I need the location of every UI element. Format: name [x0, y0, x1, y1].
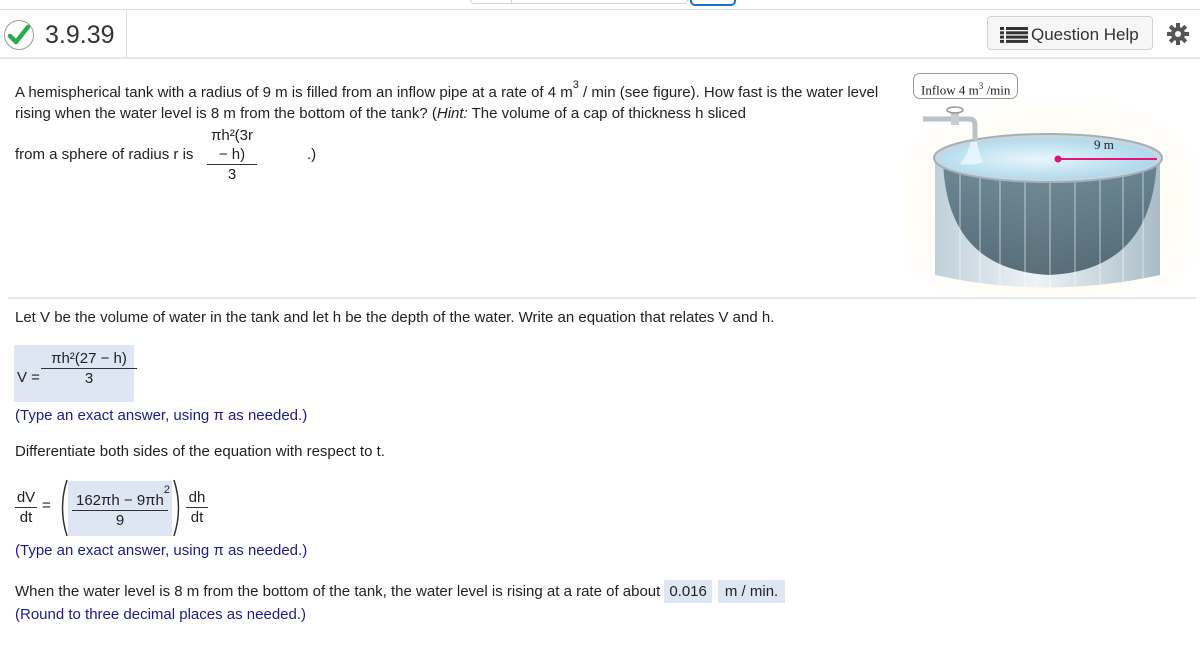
list-icon — [1000, 27, 1028, 43]
step1-prompt: Let V be the volume of water in the tank… — [15, 309, 775, 326]
derivative-answer-box[interactable]: 162πh − 9πh2 9 — [68, 481, 172, 536]
question-number: 3.9.39 — [45, 21, 115, 49]
step1-note: (Type an exact answer, using π as needed… — [15, 407, 308, 424]
radius-label: 9 m — [1094, 137, 1114, 152]
hemispherical-tank-illustration — [905, 100, 1195, 295]
equals-sign: = — [42, 497, 51, 514]
dv-dt: dV dt — [15, 489, 37, 526]
tank-figure: Inflow 4 m3 /min 9 m — [905, 70, 1195, 295]
step3-prompt: When the water level is 8 m from the bot… — [15, 580, 786, 603]
section-divider — [8, 297, 1196, 299]
step2-prompt: Differentiate both sides of the equation… — [15, 443, 385, 460]
rate-answer-box[interactable]: 0.016 — [664, 580, 712, 603]
volume-answer-box[interactable]: V = πh²(27 − h) 3 — [14, 345, 137, 402]
volume-lhs: V = — [17, 369, 40, 386]
hint-label: Hint: — [436, 105, 468, 122]
question-header: 3.9.39 Question Help — [0, 9, 1200, 59]
top-tab-active[interactable] — [690, 0, 736, 6]
cap-volume-formula: πh²(3r − h) 3 — [207, 126, 258, 185]
inflow-label: Inflow 4 m3 /min — [913, 73, 1019, 99]
top-tab-group[interactable] — [470, 0, 688, 4]
problem-statement: A hemispherical tank with a radius of 9 … — [15, 79, 879, 122]
step3-note: (Round to three decimal places as needed… — [15, 606, 307, 623]
header-divider — [126, 12, 127, 58]
volume-answer-fraction: πh²(27 − h) 3 — [41, 349, 137, 389]
tab-divider — [511, 0, 512, 4]
rate-unit-box[interactable]: m / min. — [717, 580, 786, 603]
step2-note: (Type an exact answer, using π as needed… — [15, 542, 308, 559]
gear-icon[interactable] — [1166, 22, 1190, 46]
derivative-answer-fraction: 162πh − 9πh2 9 — [72, 484, 170, 531]
right-paren — [173, 479, 180, 537]
dh-dt: dh dt — [186, 488, 208, 528]
question-help-label: Question Help — [1031, 25, 1139, 44]
correct-check-icon — [4, 20, 34, 50]
question-help-button[interactable]: Question Help — [987, 16, 1153, 50]
